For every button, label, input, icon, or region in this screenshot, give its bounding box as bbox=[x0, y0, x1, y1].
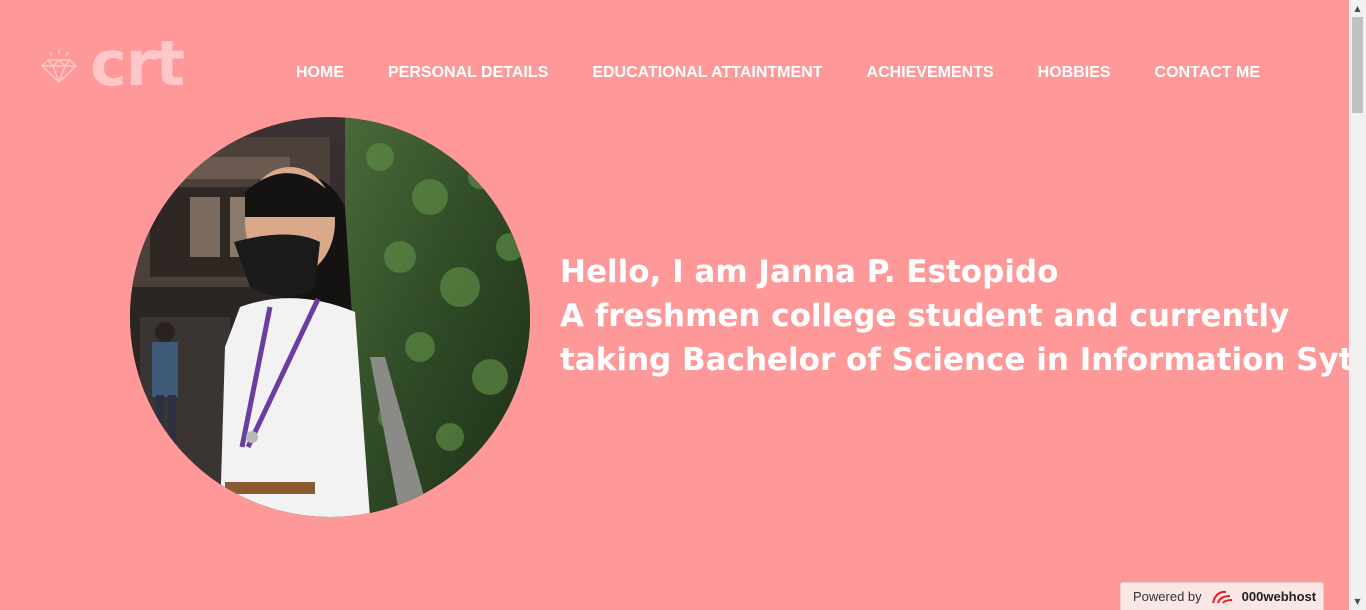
nav-hobbies[interactable]: HOBBIES bbox=[1038, 64, 1111, 82]
intro-line-greeting: Hello, I am Janna P. Estopido bbox=[560, 254, 1059, 290]
intro-text: Hello, I am Janna P. Estopido A freshmen… bbox=[560, 250, 1366, 382]
scroll-up-icon[interactable]: ▲ bbox=[1349, 0, 1366, 17]
nav-contact-me[interactable]: CONTACT ME bbox=[1155, 64, 1260, 82]
vertical-scrollbar[interactable]: ▲ ▼ bbox=[1349, 0, 1366, 610]
site-logo[interactable]: crt bbox=[38, 33, 185, 95]
nav-achievements[interactable]: ACHIEVEMENTS bbox=[867, 64, 994, 82]
logo-text: crt bbox=[90, 27, 185, 100]
diamond-icon bbox=[40, 49, 78, 83]
webhost-brand: 000webhost bbox=[1241, 589, 1317, 604]
webhost-logo-icon bbox=[1211, 590, 1232, 604]
intro-line-course: taking Bachelor of Science in Informatio… bbox=[560, 342, 1366, 378]
scroll-down-icon[interactable]: ▼ bbox=[1349, 593, 1366, 610]
nav-personal-details[interactable]: PERSONAL DETAILS bbox=[388, 64, 548, 82]
powered-by-label: Powered by bbox=[1133, 589, 1202, 604]
scroll-thumb[interactable] bbox=[1352, 17, 1363, 113]
nav-educational-attainment[interactable]: EDUCATIONAL ATTAINTMENT bbox=[592, 64, 822, 82]
page: crt HOME PERSONAL DETAILS EDUCATIONAL AT… bbox=[0, 0, 1366, 610]
main-nav: HOME PERSONAL DETAILS EDUCATIONAL ATTAIN… bbox=[296, 64, 1260, 82]
nav-home[interactable]: HOME bbox=[296, 64, 344, 82]
profile-photo bbox=[130, 117, 530, 517]
intro-line-status: A freshmen college student and currently bbox=[560, 298, 1290, 334]
powered-by-badge[interactable]: Powered by 000webhost bbox=[1120, 582, 1324, 610]
